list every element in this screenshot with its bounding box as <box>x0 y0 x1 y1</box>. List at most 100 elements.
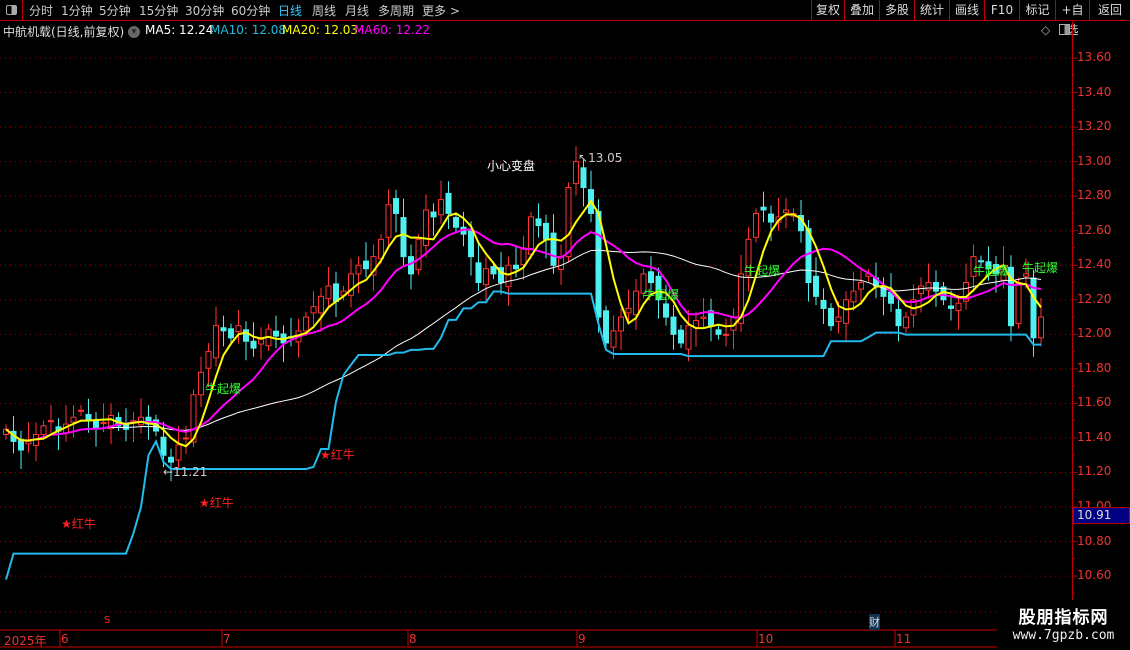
candle-down <box>430 211 437 218</box>
candle-down <box>490 266 497 275</box>
candle-up <box>925 282 932 291</box>
candle-down <box>543 222 549 240</box>
low-price-label: 11.21 <box>173 465 208 479</box>
candle-down <box>160 436 167 456</box>
candle-up <box>325 285 332 299</box>
candlestick-chart[interactable] <box>0 0 1130 650</box>
candle-up <box>198 371 204 396</box>
price-tick-label: 12.00 <box>1077 326 1112 341</box>
candle-down <box>895 308 902 327</box>
bull-burst-label: 牛起爆 <box>1022 261 1059 275</box>
high-price-marker: ↖13.05 <box>578 151 623 165</box>
candle-down <box>475 262 482 284</box>
candle-up <box>955 302 962 311</box>
candle-down <box>168 456 174 463</box>
candle-up <box>25 440 32 445</box>
date-label-oct: 10 <box>758 632 774 646</box>
candle-up <box>835 316 842 323</box>
candle-up <box>625 307 632 314</box>
candle-down <box>670 316 677 335</box>
candle-down <box>760 206 767 211</box>
candle-down <box>333 283 339 303</box>
bull-burst-label: 牛起爆 <box>205 382 242 396</box>
red-bull-label: ★红牛 <box>199 496 234 510</box>
candle-down <box>93 420 99 429</box>
candle-up <box>48 420 54 423</box>
candle-up <box>1015 282 1022 325</box>
bull-burst-label: 牛起爆 <box>973 264 1010 278</box>
candle-up <box>723 333 729 336</box>
date-label-year: 2025年 <box>4 634 47 648</box>
price-tick-label: 11.80 <box>1077 360 1112 375</box>
price-tick-label: 11.60 <box>1077 395 1112 410</box>
candle-down <box>768 213 774 223</box>
candle-up <box>70 416 77 423</box>
candle-up <box>633 290 639 316</box>
candle-up <box>618 316 624 332</box>
high-price-label: 13.05 <box>588 151 623 165</box>
candle-up <box>438 199 444 216</box>
candle-up <box>310 306 317 314</box>
candle-up <box>78 409 84 412</box>
candle-up <box>850 290 857 303</box>
finance-marker[interactable]: 财 <box>869 614 880 630</box>
watermark: 股朋指标网 www.7gpzb.com <box>997 600 1130 650</box>
price-tick-label: 13.40 <box>1077 84 1112 99</box>
candle-up <box>903 316 909 329</box>
candle-up <box>258 339 264 345</box>
price-tick-label: 12.80 <box>1077 188 1112 203</box>
candle-up <box>858 282 864 290</box>
candle-down <box>513 264 519 270</box>
price-tick-label: 13.00 <box>1077 153 1112 168</box>
price-tick-label: 12.40 <box>1077 257 1112 272</box>
price-tick-label: 11.20 <box>1077 464 1112 479</box>
candle-up <box>183 437 189 440</box>
candle-down <box>715 329 722 335</box>
price-tick-label: 13.60 <box>1077 50 1112 64</box>
candle-down <box>820 299 827 309</box>
price-tick-label: 11.40 <box>1077 429 1112 444</box>
candle-down <box>828 307 834 327</box>
candle-up <box>610 330 617 348</box>
date-label-sep: 9 <box>578 632 586 646</box>
candle-down <box>603 310 609 344</box>
price-tick-label: 10.80 <box>1077 533 1112 548</box>
candle-up <box>843 299 849 324</box>
warning-label: 小心变盘 <box>487 159 536 173</box>
candle-up <box>520 247 527 266</box>
candle-up <box>423 209 429 247</box>
red-bull-label: ★红牛 <box>61 517 96 531</box>
candle-up <box>100 421 107 424</box>
s-signal-marker: S <box>104 615 111 626</box>
candle-down <box>580 167 587 189</box>
watermark-name: 股朋指标网 <box>1018 608 1109 628</box>
candle-up <box>783 209 789 214</box>
candle-up <box>505 264 512 288</box>
candle-up <box>213 325 219 359</box>
bull-burst-label: 牛起爆 <box>643 288 680 302</box>
candle-down <box>550 232 557 266</box>
candle-up <box>753 212 759 238</box>
candle-up <box>918 285 924 295</box>
candle-up <box>483 268 489 286</box>
candle-up <box>303 316 309 332</box>
candle-up <box>175 444 182 461</box>
date-label-jun: 6 <box>61 632 69 646</box>
date-label-aug: 8 <box>409 632 417 646</box>
price-tick-label: 13.20 <box>1077 119 1112 134</box>
candle-up <box>355 264 362 275</box>
candle-down <box>220 327 227 332</box>
candle-down <box>648 271 654 284</box>
candle-down <box>595 210 602 318</box>
price-tick-label: 10.60 <box>1077 568 1112 583</box>
candle-up <box>205 351 212 369</box>
candle-down <box>393 198 399 214</box>
bull-burst-label: 牛起爆 <box>744 264 781 278</box>
candle-up <box>1038 316 1044 339</box>
date-label-nov: 11 <box>896 632 912 646</box>
candle-down <box>445 192 452 214</box>
candle-down <box>933 282 939 292</box>
candle-down <box>250 340 257 349</box>
red-bull-label: ★红牛 <box>320 448 355 462</box>
candle-down <box>400 217 407 258</box>
